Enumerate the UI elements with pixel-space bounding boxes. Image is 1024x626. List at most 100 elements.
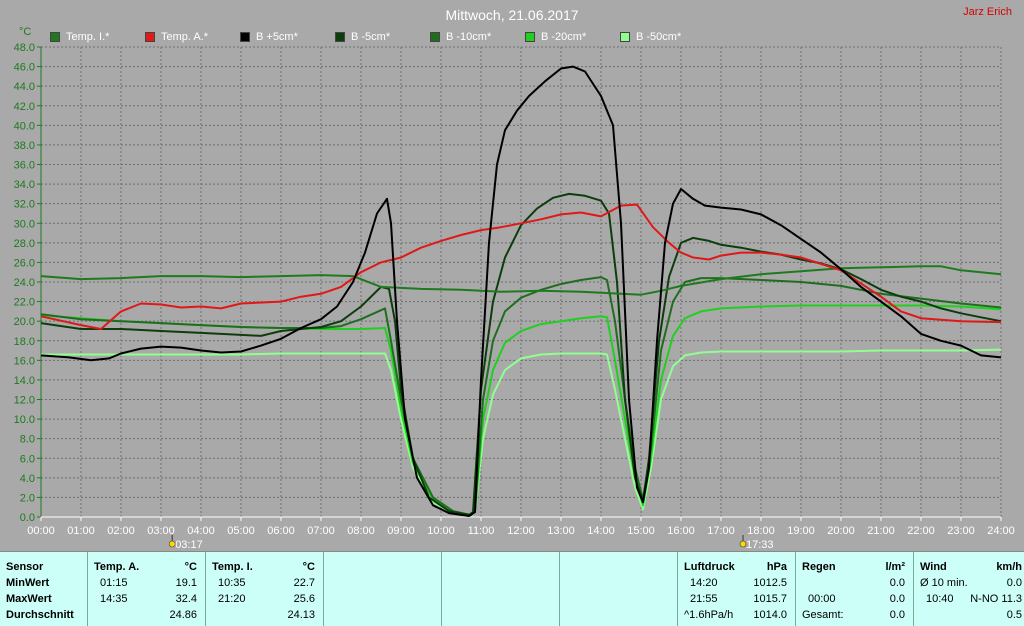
wind-avg-value: 0.0: [1006, 577, 1022, 589]
x-tick-label: 04:00: [187, 525, 215, 537]
wind-header: Wind: [920, 561, 947, 573]
y-tick-label: 32.0: [14, 199, 35, 211]
pressure-average: 1014.0: [753, 609, 787, 621]
avg-row-label: Durchschnitt: [6, 609, 74, 621]
rain-value-1: 0.0: [889, 577, 905, 589]
y-tick-label: 28.0: [14, 238, 35, 250]
rain-time: 00:00: [808, 593, 836, 605]
temp-a-unit: °C: [184, 561, 197, 573]
sensor-header: Sensor: [6, 561, 44, 573]
stats-footer: Sensor MinWert MaxWert Durchschnitt Temp…: [0, 551, 1024, 626]
empty-column: [560, 552, 678, 626]
x-tick-label: 19:00: [787, 525, 815, 537]
empty-column: [442, 552, 560, 626]
x-tick-label: 15:00: [627, 525, 655, 537]
y-tick-label: 2.0: [20, 492, 35, 504]
y-tick-label: 24.0: [14, 277, 35, 289]
wind-unit: km/h: [996, 561, 1022, 573]
y-tick-label: 40.0: [14, 120, 35, 132]
temp-i-column: Temp. I. °C 10:35 22.7 21:20 25.6 24.13: [206, 552, 324, 626]
x-tick-label: 16:00: [667, 525, 695, 537]
sensor-column: Sensor MinWert MaxWert Durchschnitt: [0, 552, 88, 626]
rain-value-2: 0.0: [889, 593, 905, 605]
x-tick-label: 02:00: [107, 525, 135, 537]
x-tick-label: 01:00: [67, 525, 95, 537]
temp-a-max-time: 14:35: [100, 593, 128, 605]
y-tick-label: 8.0: [20, 434, 35, 446]
pressure-trend: ^1.6hPa/h: [684, 609, 734, 621]
rain-total-label: Gesamt:: [802, 609, 844, 621]
empty-column: [324, 552, 442, 626]
x-tick-label: 00:00: [27, 525, 55, 537]
x-tick-label: 08:00: [347, 525, 375, 537]
y-tick-label: 10.0: [14, 414, 35, 426]
pressure-min-value: 1012.5: [753, 577, 787, 589]
x-tick-label: 17:00: [707, 525, 735, 537]
pressure-max-time: 21:55: [690, 593, 718, 605]
y-tick-label: 22.0: [14, 297, 35, 309]
x-tick-label: 03:00: [147, 525, 175, 537]
pressure-unit: hPa: [766, 561, 787, 573]
y-tick-label: 6.0: [20, 453, 35, 465]
temp-a-min-time: 01:15: [100, 577, 128, 589]
pressure-header: Luftdruck: [684, 561, 735, 573]
wind-avg-label: Ø 10 min.: [920, 577, 968, 589]
rain-header: Regen: [802, 561, 836, 573]
x-tick-label: 14:00: [587, 525, 615, 537]
y-tick-label: 36.0: [14, 160, 35, 172]
y-tick-label: 14.0: [14, 375, 35, 387]
y-tick-label: 42.0: [14, 101, 35, 113]
temp-i-unit: °C: [302, 561, 315, 573]
y-tick-label: 18.0: [14, 336, 35, 348]
x-tick-label: 06:00: [267, 525, 295, 537]
temp-a-min-value: 19.1: [175, 577, 197, 589]
wind-max-value: N-NO 11.3: [970, 593, 1022, 605]
sun-marker-label: 03:17: [175, 539, 203, 551]
temp-i-average: 24.13: [287, 609, 315, 621]
temp-i-header: Temp. I.: [212, 561, 253, 573]
temp-a-header: Temp. A.: [94, 561, 140, 573]
x-tick-label: 09:00: [387, 525, 415, 537]
temp-i-min-time: 10:35: [218, 577, 246, 589]
y-tick-label: 16.0: [14, 355, 35, 367]
y-tick-label: 0.0: [20, 512, 35, 524]
x-tick-label: 10:00: [427, 525, 455, 537]
temp-i-max-time: 21:20: [218, 593, 246, 605]
pressure-min-time: 14:20: [690, 577, 718, 589]
x-tick-label: 18:00: [747, 525, 775, 537]
temperature-chart: 0.0 2.0 4.0 6.0 8.0 10.0 12.0 14.0 16.0 18.0 20.0 2…: [14, 42, 1015, 551]
rain-unit: l/m²: [885, 561, 905, 573]
temp-i-min-value: 22.7: [293, 577, 315, 589]
x-tick-label: 11:00: [468, 525, 495, 537]
min-row-label: MinWert: [6, 577, 50, 589]
x-tick-label: 22:00: [907, 525, 935, 537]
x-tick-label: 13:00: [547, 525, 575, 537]
x-tick-label: 12:00: [507, 525, 535, 537]
pressure-max-value: 1015.7: [753, 593, 787, 605]
wind-average: 0.5: [1006, 609, 1022, 621]
wind-max-time: 10:40: [926, 593, 954, 605]
temp-a-column: Temp. A. °C 01:15 19.1 14:35 32.4 24.86: [88, 552, 206, 626]
pressure-column: Luftdruck hPa 14:20 1012.5 21:55 1015.7 …: [678, 552, 796, 626]
y-tick-label: 20.0: [14, 316, 35, 328]
x-tick-label: 20:00: [827, 525, 855, 537]
y-tick-label: 30.0: [14, 218, 35, 230]
max-row-label: MaxWert: [6, 593, 52, 605]
y-tick-label: 4.0: [20, 473, 35, 485]
temp-a-max-value: 32.4: [175, 593, 197, 605]
x-tick-label: 23:00: [947, 525, 975, 537]
x-tick-label: 07:00: [307, 525, 335, 537]
y-tick-label: 26.0: [14, 257, 35, 269]
temp-i-max-value: 25.6: [293, 593, 315, 605]
y-tick-label: 38.0: [14, 140, 35, 152]
sun-marker-label: 17:33: [746, 539, 774, 551]
x-tick-label: 05:00: [227, 525, 255, 537]
x-tick-label: 21:00: [867, 525, 895, 537]
rain-total: 0.0: [889, 609, 905, 621]
x-tick-label: 24:00: [987, 525, 1015, 537]
y-tick-label: 48.0: [14, 42, 35, 54]
y-tick-label: 12.0: [14, 395, 35, 407]
temp-a-average: 24.86: [169, 609, 197, 621]
y-tick-label: 46.0: [14, 62, 35, 74]
y-tick-label: 34.0: [14, 179, 35, 191]
